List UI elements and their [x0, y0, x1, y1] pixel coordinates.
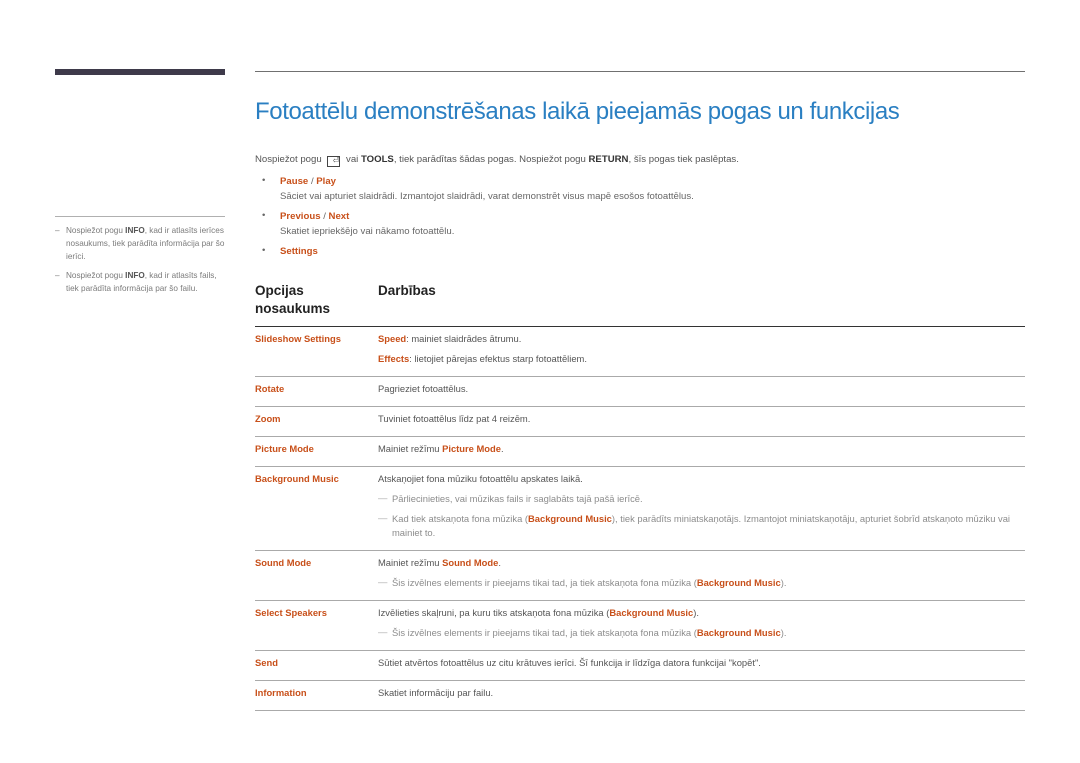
- line-text: Mainiet režīmu: [378, 557, 443, 568]
- description-line: Skatiet informāciju par failu.: [378, 686, 1025, 700]
- note-line: — Kad tiek atskaņota fona mūzika (Backgro…: [378, 512, 1025, 540]
- settings-table: Opcijas nosaukums Darbības Slideshow Set…: [255, 282, 1025, 711]
- option-description: Skatiet informāciju par failu.: [378, 686, 1025, 700]
- list-item: • Pause / Play Sāciet vai apturiet slaid…: [262, 175, 694, 202]
- sidebar-notes: – Nospiežot pogu INFO, kad ir atlasīts i…: [55, 224, 227, 301]
- highlight-term: Background Music: [696, 577, 781, 588]
- line-text: Tuviniet fotoattēlus līdz pat 4 reizēm.: [378, 413, 531, 424]
- description-line: Izvēlieties skaļruni, pa kuru tiks atska…: [378, 606, 1025, 620]
- line-text: Atskaņojiet fona mūziku fotoattēlu apska…: [378, 473, 583, 484]
- description-line: Tuviniet fotoattēlus līdz pat 4 reizēm.: [378, 412, 1025, 426]
- option-name: Rotate: [255, 383, 285, 394]
- line-text: Pārliecinieties, vai mūzikas fails ir sa…: [392, 493, 643, 504]
- table-row: Picture Mode Mainiet režīmu Picture Mode.: [255, 437, 1025, 467]
- list-item: • Settings: [262, 245, 318, 257]
- table-row: Background Music Atskaņojiet fona mūziku …: [255, 467, 1025, 551]
- description-line: Mainiet režīmu Picture Mode.: [378, 442, 1025, 456]
- list-item: • Previous / Next Skatiet iepriekšējo va…: [262, 210, 455, 237]
- description-line: Effects: lietojiet pārejas efektus starp…: [378, 352, 1025, 366]
- option-description: Atskaņojiet fona mūziku fotoattēlu apska…: [378, 472, 1025, 540]
- sidebar-note: – Nospiežot pogu INFO, kad ir atlasīts i…: [55, 226, 225, 261]
- option-name: Sound Mode: [255, 557, 312, 568]
- highlight-term: Picture Mode: [442, 443, 501, 454]
- note-dash-icon: —: [378, 576, 388, 587]
- option-description: Izvēlieties skaļruni, pa kuru tiks atska…: [378, 606, 1025, 640]
- option-name: Background Music: [255, 473, 339, 484]
- table-row: Slideshow Settings Speed: mainiet slaidrā…: [255, 327, 1025, 377]
- description-line: Atskaņojiet fona mūziku fotoattēlu apska…: [378, 472, 1025, 486]
- note-line: — Pārliecinieties, vai mūzikas fails ir s…: [378, 492, 1025, 506]
- sidebar-divider: [55, 216, 225, 217]
- button-list: • Pause / Play Sāciet vai apturiet slaid…: [262, 175, 1022, 264]
- note-dash-icon: —: [378, 492, 388, 503]
- line-text: Skatiet informāciju par failu.: [378, 687, 494, 698]
- option-name: Send: [255, 657, 278, 668]
- option-name: Information: [255, 687, 307, 698]
- highlight-term: Speed: [378, 333, 407, 344]
- column-header-action: Darbības: [378, 283, 436, 298]
- table-row: Information Skatiet informāciju par failu…: [255, 681, 1025, 711]
- note-dash-icon: —: [378, 626, 388, 637]
- description-line: Pagrieziet fotoattēlus.: [378, 382, 1025, 396]
- line-text: Sūtiet atvērtos fotoattēlus uz citu krāt…: [378, 657, 761, 668]
- highlight-term: Effects: [378, 353, 410, 364]
- line-text: : lietojiet pārejas efektus starp fotoat…: [409, 353, 587, 364]
- description-line: Speed: mainiet slaidrādes ātrumu.: [378, 332, 1025, 346]
- option-description: Tuviniet fotoattēlus līdz pat 4 reizēm.: [378, 412, 1025, 426]
- line-text: Pagrieziet fotoattēlus.: [378, 383, 469, 394]
- table-row: Send Sūtiet atvērtos fotoattēlus uz citu …: [255, 651, 1025, 681]
- line-text: .: [500, 443, 504, 454]
- top-divider: [255, 71, 1025, 72]
- note-line: — Šis izvēlnes elements ir pieejams tikai…: [378, 626, 1025, 640]
- sidebar-note: – Nospiežot pogu INFO, kad ir atlasīts f…: [55, 271, 217, 293]
- table-row: Select Speakers Izvēlieties skaļruni, pa …: [255, 601, 1025, 651]
- description-line: Mainiet režīmu Sound Mode.: [378, 556, 1025, 570]
- table-row: Zoom Tuviniet fotoattēlus līdz pat 4 reiz…: [255, 407, 1025, 437]
- highlight-term: Background Music: [528, 513, 612, 524]
- highlight-term: Sound Mode: [442, 557, 499, 568]
- intro-text: Nospiežot pogu ⏎ vai TOOLS, tiek parādīt…: [255, 154, 739, 167]
- option-name: Slideshow Settings: [255, 333, 341, 344]
- description-line: Sūtiet atvērtos fotoattēlus uz citu krāt…: [378, 656, 1025, 670]
- bullet-icon: •: [262, 175, 266, 186]
- dash-icon: –: [55, 226, 60, 235]
- option-name: Select Speakers: [255, 607, 327, 618]
- dash-icon: –: [55, 271, 60, 280]
- line-text: ).: [780, 627, 787, 638]
- line-text: Šis izvēlnes elements ir pieejams tikai …: [392, 627, 697, 638]
- line-text: Šis izvēlnes elements ir pieejams tikai …: [392, 577, 697, 588]
- table-header: Opcijas nosaukums Darbības: [255, 282, 1025, 327]
- line-text: : mainiet slaidrādes ātrumu.: [406, 333, 522, 344]
- sidebar-header-bar: [55, 69, 225, 75]
- line-text: ).: [780, 577, 787, 588]
- line-text: Izvēlieties skaļruni, pa kuru tiks atska…: [378, 607, 610, 618]
- option-description: Mainiet režīmu Picture Mode.: [378, 442, 1025, 456]
- highlight-term: Background Music: [609, 607, 694, 618]
- column-header-option: Opcijas nosaukums: [255, 283, 331, 316]
- tools-icon: ⏎: [327, 156, 341, 167]
- line-text: Mainiet režīmu: [378, 443, 443, 454]
- option-description: Speed: mainiet slaidrādes ātrumu. Effects…: [378, 332, 1025, 366]
- highlight-term: Background Music: [696, 627, 781, 638]
- line-text: ).: [693, 607, 699, 618]
- option-name: Picture Mode: [255, 443, 314, 454]
- page-title: Fotoattēlu demonstrēšanas laikā pieejamā…: [255, 98, 900, 125]
- bullet-icon: •: [262, 245, 266, 256]
- note-line: — Šis izvēlnes elements ir pieejams tikai…: [378, 576, 1025, 590]
- table-row: Rotate Pagrieziet fotoattēlus.: [255, 377, 1025, 407]
- option-description: Pagrieziet fotoattēlus.: [378, 382, 1025, 396]
- option-description: Mainiet režīmu Sound Mode. — Šis izvēlnes …: [378, 556, 1025, 590]
- option-description: Sūtiet atvērtos fotoattēlus uz citu krāt…: [378, 656, 1025, 670]
- table-row: Sound Mode Mainiet režīmu Sound Mode. — Šis…: [255, 551, 1025, 601]
- line-text: Kad tiek atskaņota fona mūzika (: [392, 513, 529, 524]
- option-name: Zoom: [255, 413, 281, 424]
- note-dash-icon: —: [378, 512, 388, 523]
- bullet-icon: •: [262, 210, 266, 221]
- line-text: .: [498, 557, 501, 568]
